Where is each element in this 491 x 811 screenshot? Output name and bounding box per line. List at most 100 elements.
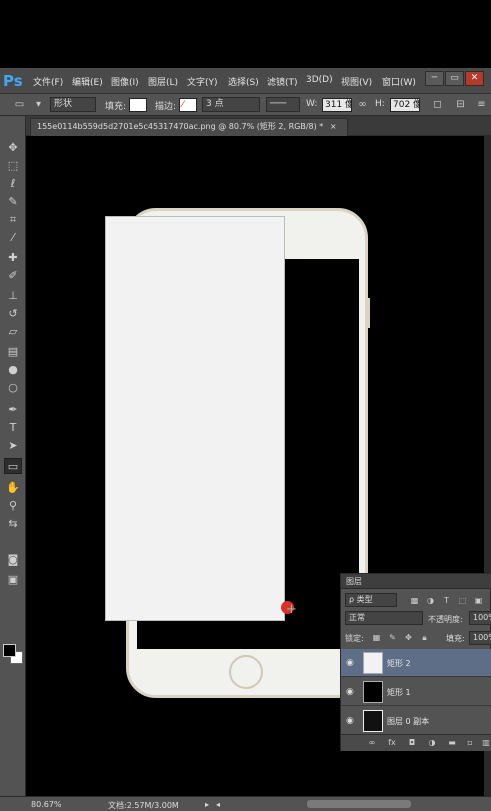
crop-tool-icon[interactable]: ⌗ xyxy=(4,212,22,228)
tab-close-icon[interactable]: × xyxy=(330,122,337,131)
path-arrangement-icon[interactable]: ≡ xyxy=(476,99,487,110)
visibility-eye-icon[interactable]: ◉ xyxy=(346,716,356,726)
menu-filter[interactable]: 滤镜(T) xyxy=(267,75,298,88)
menu-edit[interactable]: 编辑(E) xyxy=(72,75,103,88)
adjustment-layer-icon[interactable]: ◑ xyxy=(427,738,437,748)
menu-type[interactable]: 文字(Y) xyxy=(187,75,218,88)
width-value: 311 像 xyxy=(325,100,352,110)
layer-name: 图层 0 副本 xyxy=(387,717,430,726)
path-alignment-icon[interactable]: ⊟ xyxy=(455,99,466,110)
chevron-down-icon[interactable]: ▾ xyxy=(33,99,44,110)
foreground-color-swatch[interactable] xyxy=(3,644,16,657)
type-tool-icon[interactable]: T xyxy=(4,420,22,436)
stroke-type-select[interactable]: ─── xyxy=(266,97,300,112)
status-bar: 80.67% 文档:2.57M/3.00M ▸ ◂ xyxy=(0,796,491,811)
quick-select-tool-icon[interactable]: ✎ xyxy=(4,194,22,210)
filter-pixel-icon[interactable]: ▩ xyxy=(410,596,419,605)
visibility-eye-icon[interactable]: ◉ xyxy=(346,658,356,668)
screen-mode-icon[interactable]: ▣ xyxy=(4,572,22,588)
blur-tool-icon[interactable]: ● xyxy=(4,362,22,378)
visibility-eye-icon[interactable]: ◉ xyxy=(346,687,356,697)
shape-tool-preset-icon[interactable]: ▭ xyxy=(14,99,25,110)
layer-row-rect1[interactable]: ◉ 矩形 1 xyxy=(341,678,491,706)
path-operations-icon[interactable]: ◻ xyxy=(432,99,443,110)
fill-value: 100% xyxy=(473,633,491,642)
rectangle-shape-layer[interactable] xyxy=(105,216,285,621)
menu-view[interactable]: 视图(V) xyxy=(341,75,372,88)
minimize-button[interactable]: ─ xyxy=(425,71,444,86)
layer-name: 矩形 1 xyxy=(387,688,411,697)
options-bar: ▭ ▾ 形状 填充: 描边: ⁄ 3 点 ─── W: 311 像 ∞ H: 7… xyxy=(0,94,491,116)
layers-tab[interactable]: 图层 xyxy=(341,574,491,589)
gradient-tool-icon[interactable]: ▤ xyxy=(4,344,22,360)
history-brush-tool-icon[interactable]: ↺ xyxy=(4,306,22,322)
quick-mask-icon[interactable]: ◙ xyxy=(4,552,22,568)
stroke-swatch[interactable]: ⁄ xyxy=(179,98,197,112)
layer-filter-select[interactable]: ρ 类型 xyxy=(345,593,397,607)
lock-all-icon[interactable]: 🔒︎ xyxy=(420,633,429,642)
menu-select[interactable]: 选择(S) xyxy=(228,75,259,88)
reset-colors-icon[interactable]: ⇆ xyxy=(4,516,22,532)
menu-image[interactable]: 图像(I) xyxy=(111,75,139,88)
menu-file[interactable]: 文件(F) xyxy=(33,75,63,88)
menu-window[interactable]: 窗口(W) xyxy=(382,75,416,88)
hand-tool-icon[interactable]: ✋ xyxy=(4,480,22,496)
menu-layer[interactable]: 图层(L) xyxy=(148,75,178,88)
fill-swatch[interactable] xyxy=(129,98,147,112)
eyedropper-tool-icon[interactable]: ⁄ xyxy=(4,230,22,246)
lock-label: 锁定: xyxy=(345,634,364,643)
rectangle-tool-icon[interactable]: ▭ xyxy=(4,458,22,474)
zoom-level[interactable]: 80.67% xyxy=(31,800,62,809)
width-input[interactable]: 311 像 xyxy=(322,98,352,112)
lock-position-icon[interactable]: ✥ xyxy=(404,633,413,642)
lasso-tool-icon[interactable]: ℓ xyxy=(4,176,22,192)
lock-transparent-icon[interactable]: ▦ xyxy=(372,633,381,642)
link-icon[interactable]: ∞ xyxy=(357,99,368,110)
blend-mode-select[interactable]: 正常 xyxy=(345,611,423,625)
filter-smart-object-icon[interactable]: ▣ xyxy=(474,596,483,605)
lock-image-icon[interactable]: ✎ xyxy=(388,633,397,642)
restore-button[interactable]: ▭ xyxy=(445,71,464,86)
new-group-icon[interactable]: ▬ xyxy=(447,738,457,748)
layer-thumbnail xyxy=(363,652,383,674)
document-tab[interactable]: 155e0114b559d5d2701e5c45317470ac.png @ 8… xyxy=(30,118,348,136)
status-menu-arrow-icon[interactable]: ▸ xyxy=(205,800,209,809)
layer-style-icon[interactable]: fx xyxy=(387,738,397,748)
layer-row-layer0-copy[interactable]: ◉ 图层 0 副本 xyxy=(341,707,491,735)
shape-mode-value: 形状 xyxy=(54,99,73,109)
width-label: W: xyxy=(306,99,318,109)
horizontal-scrollbar-thumb[interactable] xyxy=(307,800,411,808)
opacity-input[interactable]: 100% xyxy=(469,611,491,625)
blend-mode-value: 正常 xyxy=(349,613,365,622)
zoom-tool-icon[interactable]: ⚲ xyxy=(4,498,22,514)
opacity-value: 100% xyxy=(473,613,491,622)
pen-tool-icon[interactable]: ✒ xyxy=(4,402,22,418)
close-button[interactable]: ✕ xyxy=(465,71,484,86)
fill-label: 填充: xyxy=(105,102,127,112)
healing-brush-tool-icon[interactable]: ✚ xyxy=(4,250,22,266)
path-selection-tool-icon[interactable]: ➤ xyxy=(4,438,22,454)
link-layers-icon[interactable]: ∞ xyxy=(367,738,377,748)
fill-input[interactable]: 100% xyxy=(469,631,491,645)
new-layer-icon[interactable]: ▫ xyxy=(465,738,475,748)
move-tool-icon[interactable]: ✥ xyxy=(4,140,22,156)
menu-bar: Ps 文件(F) 编辑(E) 图像(I) 图层(L) 文字(Y) 选择(S) 滤… xyxy=(0,68,491,94)
document-info: 文档:2.57M/3.00M xyxy=(108,801,179,810)
layer-row-rect2[interactable]: ◉ 矩形 2 xyxy=(341,649,491,677)
filter-adjustment-icon[interactable]: ◑ xyxy=(426,596,435,605)
height-input[interactable]: 702 像 xyxy=(390,98,420,112)
delete-layer-icon[interactable]: ▥ xyxy=(481,738,491,748)
dodge-tool-icon[interactable]: ○ xyxy=(4,380,22,396)
brush-tool-icon[interactable]: ✐ xyxy=(4,268,22,284)
filter-type-icon[interactable]: T xyxy=(442,596,451,605)
stroke-width-input[interactable]: 3 点 xyxy=(202,97,260,112)
stroke-width-value: 3 点 xyxy=(206,99,224,109)
scroll-left-icon[interactable]: ◂ xyxy=(216,800,220,809)
add-mask-icon[interactable]: ◘ xyxy=(407,738,417,748)
clone-stamp-tool-icon[interactable]: ⊥ xyxy=(4,288,22,304)
eraser-tool-icon[interactable]: ▱ xyxy=(4,324,22,340)
menu-3d[interactable]: 3D(D) xyxy=(306,75,333,85)
filter-shape-icon[interactable]: ⬚ xyxy=(458,596,467,605)
shape-mode-select[interactable]: 形状 xyxy=(50,97,96,112)
marquee-tool-icon[interactable]: ⬚ xyxy=(4,158,22,174)
